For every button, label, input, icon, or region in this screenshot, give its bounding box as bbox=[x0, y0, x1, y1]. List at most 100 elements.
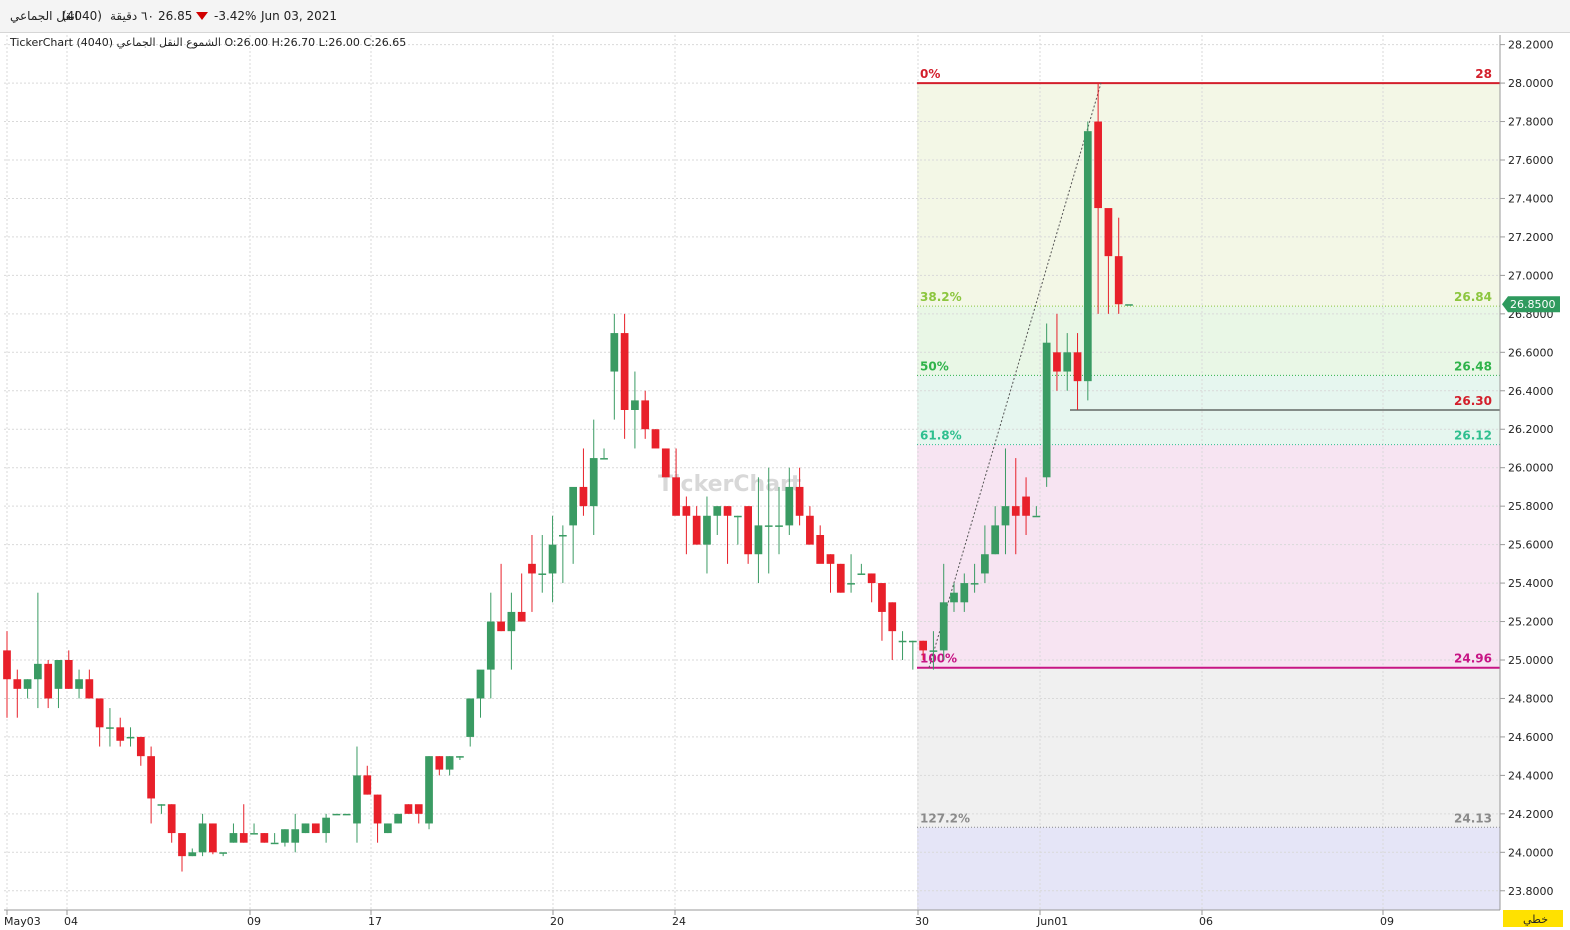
candle bbox=[1011, 506, 1020, 516]
fib-zone-4 bbox=[917, 667, 1500, 828]
x-tick-label: 06 bbox=[1199, 915, 1213, 928]
y-tick-label: 27.6000 bbox=[1508, 154, 1554, 167]
last-price: 26.85 bbox=[158, 9, 193, 23]
y-tick-label: 28.2000 bbox=[1508, 39, 1554, 52]
x-tick-label: 24 bbox=[672, 915, 686, 928]
candle bbox=[157, 804, 166, 806]
candle bbox=[332, 813, 341, 816]
x-tick-label: 17 bbox=[368, 915, 382, 928]
candle bbox=[54, 660, 63, 689]
candle bbox=[898, 640, 907, 643]
y-tick-label: 25.8000 bbox=[1508, 500, 1554, 513]
y-tick-label: 28.0000 bbox=[1508, 77, 1554, 90]
candle bbox=[867, 573, 876, 584]
candle bbox=[507, 611, 516, 632]
y-tick-label: 24.8000 bbox=[1508, 692, 1554, 705]
candle bbox=[404, 804, 413, 814]
down-arrow-icon bbox=[196, 12, 208, 20]
candle bbox=[486, 621, 495, 670]
fib-zone-1 bbox=[917, 306, 1500, 376]
candle bbox=[250, 833, 258, 835]
candle bbox=[1073, 352, 1082, 382]
candle bbox=[188, 852, 197, 857]
fib-zone-5 bbox=[917, 827, 1500, 910]
interval[interactable]: ٦٠ دقيقة bbox=[110, 9, 154, 23]
candle bbox=[1094, 121, 1102, 209]
y-tick-label: 25.2000 bbox=[1508, 616, 1554, 629]
y-tick-label: 27.4000 bbox=[1508, 192, 1554, 205]
candle bbox=[353, 775, 361, 824]
candle bbox=[878, 583, 886, 612]
candle bbox=[641, 400, 650, 430]
symbol: (4040) bbox=[62, 9, 102, 23]
candle bbox=[136, 736, 145, 757]
candle bbox=[281, 829, 289, 843]
candle bbox=[651, 429, 660, 449]
candle bbox=[476, 669, 485, 699]
chart-title: TickerChart الشموع النقل الجماعي (4040) … bbox=[9, 36, 406, 49]
candle bbox=[548, 544, 557, 574]
candle bbox=[384, 823, 392, 834]
candle bbox=[1125, 304, 1133, 306]
x-tick-label: 09 bbox=[1380, 915, 1394, 928]
y-tick-label: 26.4000 bbox=[1508, 385, 1554, 398]
price-tag-label: 26.8500 bbox=[1510, 298, 1556, 311]
candle bbox=[414, 804, 423, 814]
candle bbox=[1042, 342, 1051, 478]
x-tick-label: 04 bbox=[64, 915, 78, 928]
candle bbox=[682, 506, 691, 516]
y-tick-label: 25.6000 bbox=[1508, 539, 1554, 552]
candle bbox=[1114, 256, 1123, 305]
y-tick-label: 24.4000 bbox=[1508, 769, 1554, 782]
candle bbox=[34, 663, 42, 680]
candle bbox=[1083, 131, 1092, 382]
candle bbox=[147, 756, 155, 799]
x-tick-label: Jun01 bbox=[1036, 915, 1068, 928]
fib-value: 26.84 bbox=[1454, 290, 1492, 304]
candle bbox=[785, 486, 794, 526]
candle bbox=[857, 573, 866, 575]
candle bbox=[466, 698, 475, 737]
candle bbox=[661, 448, 670, 478]
candle bbox=[167, 804, 176, 834]
candle bbox=[425, 756, 433, 824]
candle bbox=[589, 458, 598, 507]
candle bbox=[579, 486, 588, 507]
candle bbox=[106, 727, 114, 729]
candle bbox=[929, 650, 938, 652]
fib-zone-3 bbox=[917, 444, 1500, 668]
candle bbox=[816, 535, 825, 564]
header-bar: انقل الجماعي (4040) ٦٠ دقيقة 26.85 -3.42… bbox=[0, 0, 1570, 33]
y-tick-label: 27.0000 bbox=[1508, 269, 1554, 282]
candle bbox=[1063, 352, 1072, 372]
candle bbox=[95, 698, 104, 728]
candle bbox=[342, 813, 351, 816]
candle bbox=[517, 611, 526, 622]
candle bbox=[219, 852, 228, 854]
candle bbox=[1104, 208, 1113, 257]
y-tick-label: 25.0000 bbox=[1508, 654, 1554, 667]
x-tick-label: 20 bbox=[550, 915, 564, 928]
fib-label: 127.2% bbox=[920, 811, 970, 825]
candle bbox=[291, 829, 300, 843]
candlestick-chart[interactable]: TickerChart0% 2838.2% 26.8450% 26.4861.8% 26… bbox=[0, 33, 1570, 930]
candle bbox=[908, 640, 917, 643]
y-tick-label: 26.6000 bbox=[1508, 346, 1554, 359]
candle bbox=[672, 477, 680, 516]
fib-value: 28 bbox=[1475, 67, 1492, 81]
candle bbox=[497, 621, 505, 632]
fib-label: 100% bbox=[920, 652, 957, 666]
candle bbox=[456, 756, 464, 758]
candle bbox=[260, 833, 269, 843]
candle bbox=[209, 823, 217, 853]
candle bbox=[445, 756, 454, 770]
candle bbox=[1032, 515, 1041, 518]
candle bbox=[713, 506, 722, 516]
candle bbox=[178, 833, 186, 857]
candle bbox=[373, 794, 382, 824]
candle bbox=[1001, 506, 1010, 526]
candle bbox=[744, 506, 752, 555]
candle bbox=[394, 813, 403, 824]
fib-value: 26.12 bbox=[1454, 429, 1492, 443]
candle bbox=[733, 515, 742, 518]
